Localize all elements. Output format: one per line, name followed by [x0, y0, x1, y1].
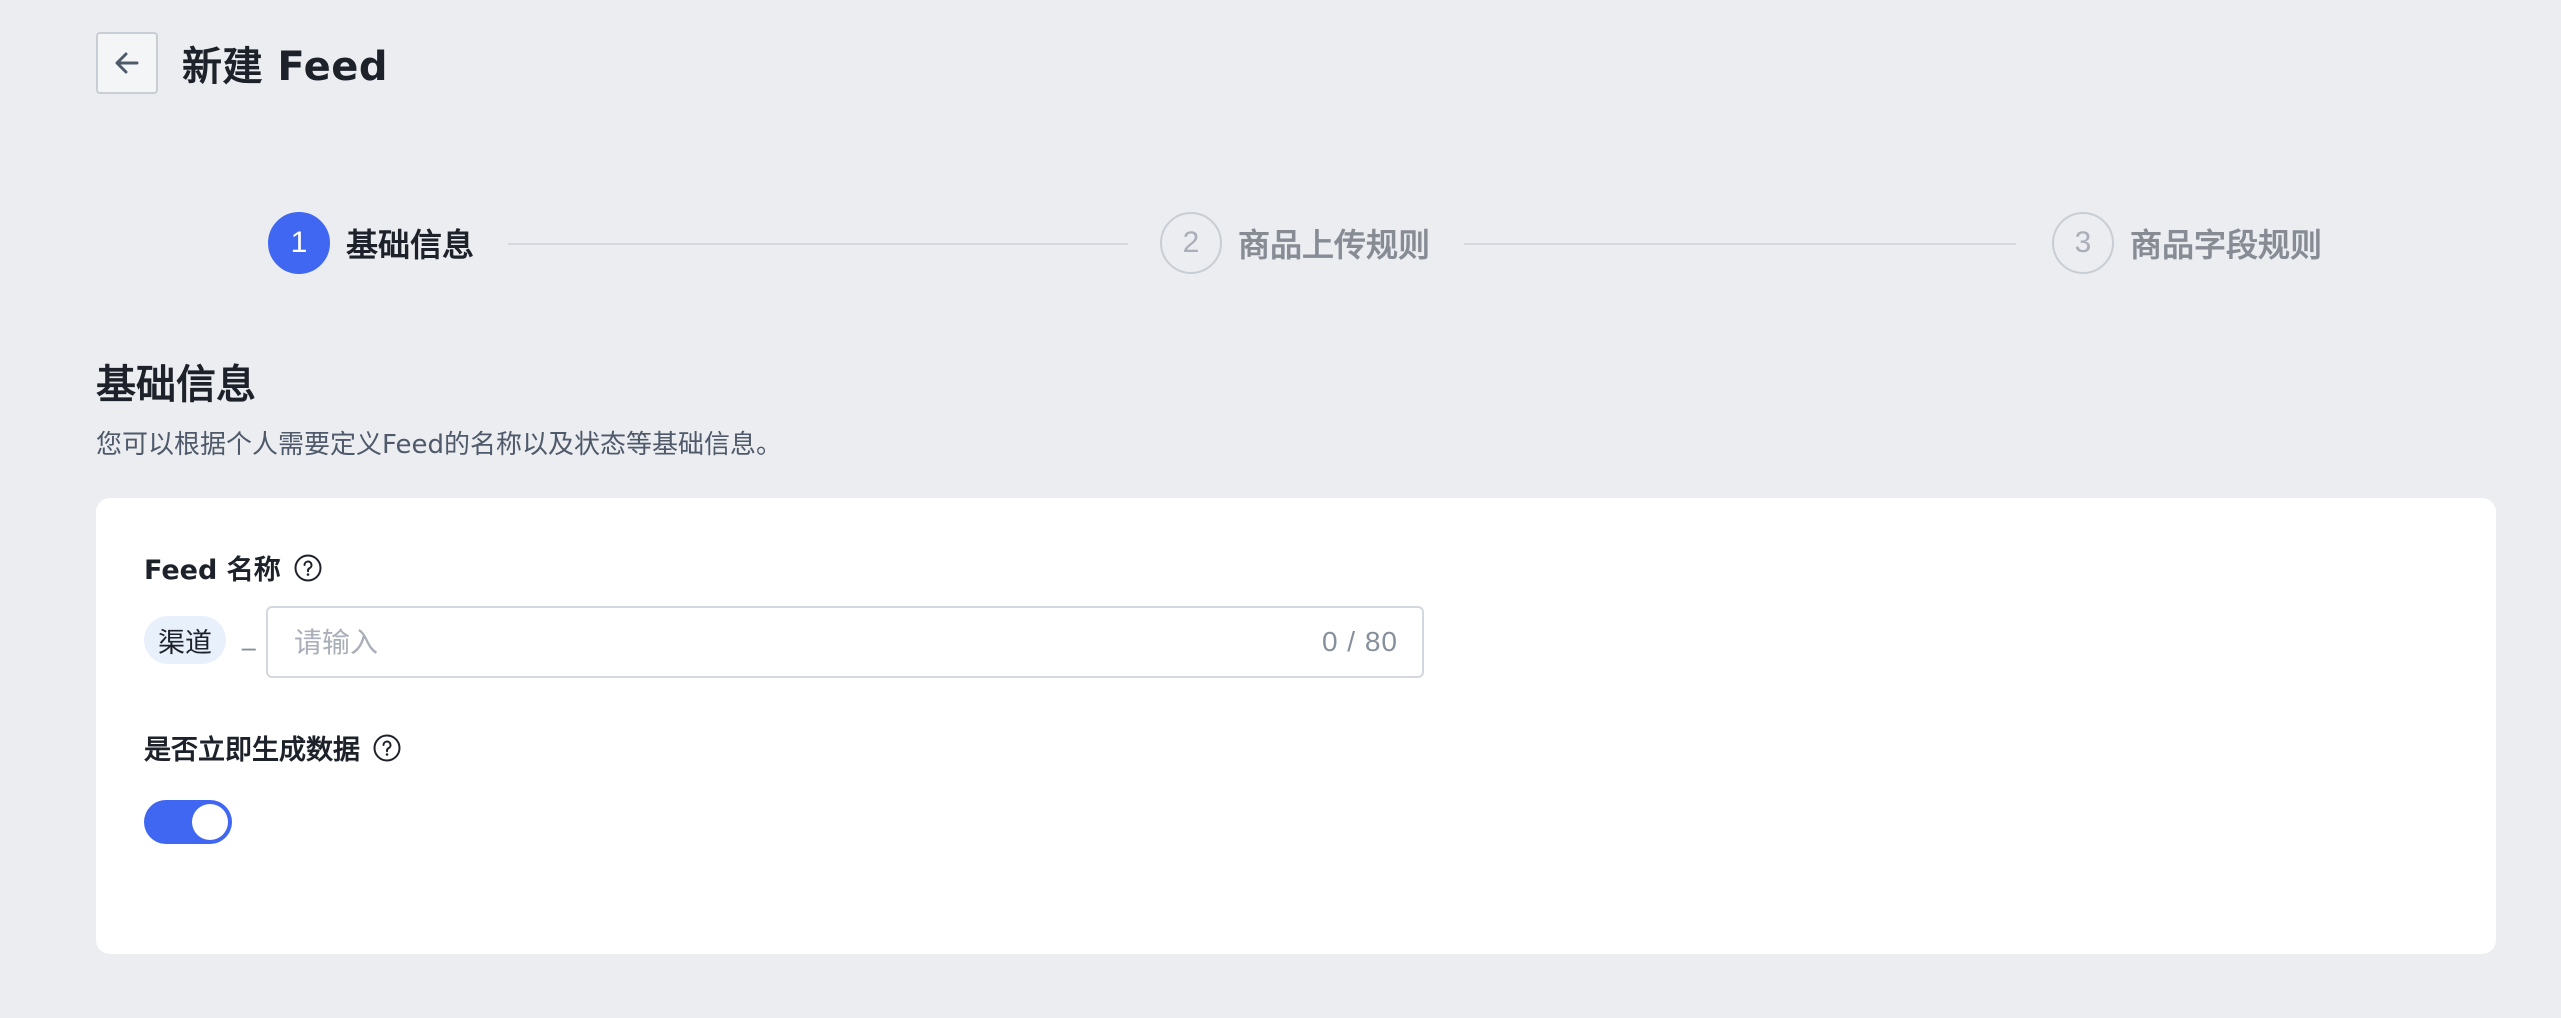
- step-number: 3: [2052, 212, 2114, 274]
- question-circle-icon[interactable]: [372, 733, 402, 763]
- steps-indicator: 1 基础信息 2 商品上传规则 3 商品字段规则: [268, 210, 2324, 276]
- feed-name-input[interactable]: [292, 624, 1322, 660]
- basic-info-card: Feed 名称 渠道 _ 0 / 80 是否立即生成数据: [96, 498, 2496, 954]
- toggle-knob: [192, 804, 228, 840]
- channel-prefix-tag: 渠道: [144, 616, 226, 664]
- step-connector: [1464, 243, 2016, 245]
- char-counter: 0 / 80: [1321, 626, 1398, 657]
- step-label: 商品上传规则: [1238, 226, 1431, 264]
- step-basic-info[interactable]: 1 基础信息: [268, 210, 474, 276]
- section-title: 基础信息: [96, 362, 256, 408]
- arrow-left-icon: [111, 47, 143, 79]
- prefix-separator: _: [242, 620, 256, 651]
- generate-now-label-row: 是否立即生成数据: [144, 728, 402, 767]
- page-title: 新建 Feed: [182, 43, 389, 90]
- step-number: 2: [1160, 212, 1222, 274]
- page-header: 新建 Feed: [96, 30, 388, 95]
- step-field-rules[interactable]: 3 商品字段规则: [2052, 210, 2322, 276]
- step-label: 基础信息: [346, 226, 475, 264]
- question-circle-icon[interactable]: [293, 553, 323, 583]
- step-label: 商品字段规则: [2130, 226, 2323, 264]
- generate-now-label: 是否立即生成数据: [144, 735, 360, 766]
- feed-name-field[interactable]: 0 / 80: [266, 606, 1424, 678]
- step-connector: [508, 243, 1128, 245]
- back-button[interactable]: [96, 31, 158, 94]
- feed-name-label: Feed 名称: [144, 555, 281, 586]
- feed-name-label-row: Feed 名称: [144, 548, 323, 587]
- section-description: 您可以根据个人需要定义Feed的名称以及状态等基础信息。: [96, 430, 783, 460]
- step-upload-rules[interactable]: 2 商品上传规则: [1160, 210, 1430, 276]
- step-number: 1: [268, 212, 330, 274]
- generate-now-toggle[interactable]: [144, 800, 232, 844]
